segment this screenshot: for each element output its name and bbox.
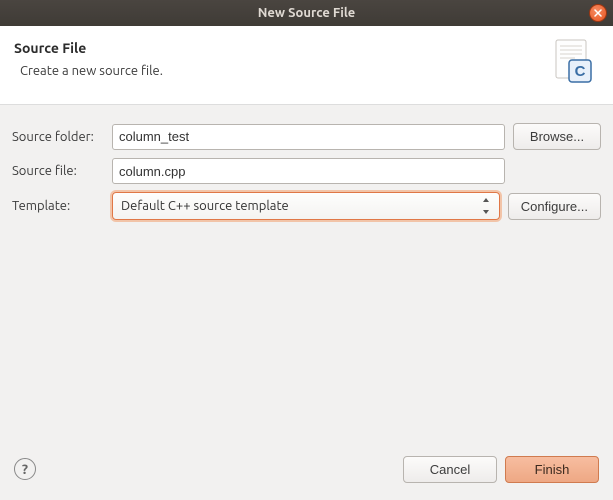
page-title: Source File	[14, 40, 543, 56]
page-subtitle: Create a new source file.	[20, 64, 543, 78]
template-select[interactable]: Default C++ source template	[112, 192, 500, 220]
help-icon: ?	[22, 461, 28, 477]
help-button[interactable]: ?	[14, 458, 36, 480]
header-text: Source File Create a new source file.	[14, 40, 543, 78]
window-title: New Source File	[0, 6, 613, 20]
updown-icon	[481, 198, 491, 214]
template-label: Template:	[12, 199, 112, 213]
close-button[interactable]	[589, 4, 607, 22]
close-icon	[594, 9, 602, 17]
cancel-button[interactable]: Cancel	[403, 456, 497, 483]
finish-button[interactable]: Finish	[505, 456, 599, 483]
source-file-label: Source file:	[12, 164, 112, 178]
wizard-header: Source File Create a new source file. C	[0, 26, 613, 105]
template-select-value: Default C++ source template	[121, 199, 289, 213]
c-file-icon: C	[553, 38, 595, 86]
source-folder-label: Source folder:	[12, 130, 112, 144]
form-area: Source folder: Browse... Source file: Te…	[0, 105, 613, 240]
source-folder-input[interactable]	[112, 124, 505, 150]
svg-text:C: C	[575, 63, 586, 80]
row-source-folder: Source folder: Browse...	[12, 123, 601, 150]
configure-button[interactable]: Configure...	[508, 193, 601, 220]
row-source-file: Source file:	[12, 158, 601, 184]
titlebar: New Source File	[0, 0, 613, 26]
row-template: Template: Default C++ source template Co…	[12, 192, 601, 220]
source-file-input[interactable]	[112, 158, 505, 184]
footer: ? Cancel Finish	[0, 448, 613, 500]
browse-button[interactable]: Browse...	[513, 123, 601, 150]
